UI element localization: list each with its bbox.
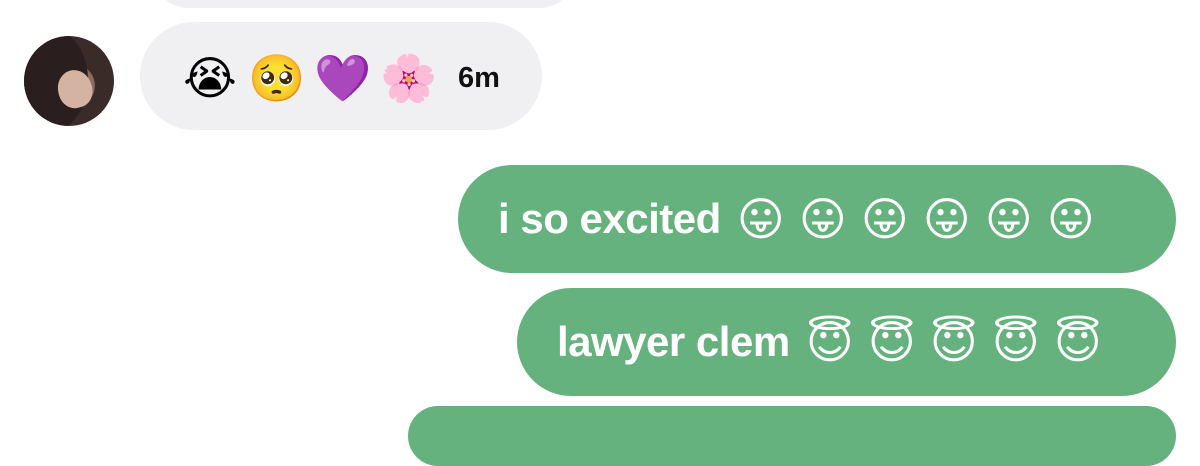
outgoing-message-bubble[interactable]: lawyer clem 😇 😇 😇 😇 😇 — [517, 288, 1176, 396]
avatar[interactable] — [24, 36, 114, 126]
message-text: lawyer clem — [557, 318, 790, 365]
cherry-blossom-emoji: 🌸 — [380, 51, 438, 105]
incoming-message-content: 😭 🥺 💜 🌸 6m — [182, 50, 500, 106]
emoji-group: 😇 😇 😇 😇 😇 — [802, 314, 1106, 370]
emoji-group: 😛 😛 😛 😛 😛 😛 — [733, 191, 1099, 247]
tongue-face-emoji: 😛 — [984, 192, 1033, 246]
tongue-face-emoji: 😛 — [922, 192, 971, 246]
message-text: i so excited — [498, 195, 721, 242]
tongue-face-emoji: 😛 — [798, 192, 847, 246]
next-outgoing-message-bubble[interactable] — [408, 406, 1176, 466]
halo-face-emoji: 😇 — [805, 315, 854, 369]
halo-face-emoji: 😇 — [991, 315, 1040, 369]
pleading-face-emoji: 🥺 — [248, 51, 306, 105]
tongue-face-emoji: 😛 — [860, 192, 909, 246]
tongue-face-emoji: 😛 — [736, 192, 785, 246]
tongue-face-emoji: 😛 — [1046, 192, 1095, 246]
halo-face-emoji: 😇 — [867, 315, 916, 369]
previous-message-bubble[interactable] — [154, 0, 574, 8]
outgoing-message-bubble[interactable]: i so excited 😛 😛 😛 😛 😛 😛 — [458, 165, 1176, 273]
halo-face-emoji: 😇 — [929, 315, 978, 369]
purple-heart-emoji: 💜 — [314, 51, 372, 105]
message-timestamp: 6m — [458, 61, 500, 94]
loudly-crying-face-emoji: 😭 — [183, 51, 237, 105]
halo-face-emoji: 😇 — [1053, 315, 1102, 369]
